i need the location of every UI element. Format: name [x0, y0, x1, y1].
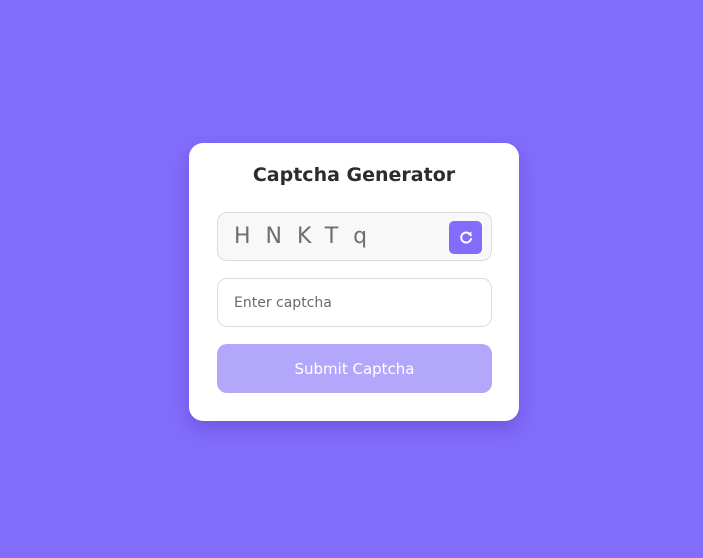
captcha-input[interactable]	[217, 278, 492, 327]
refresh-captcha-button[interactable]	[449, 221, 482, 254]
submit-captcha-button[interactable]: Submit Captcha	[217, 344, 492, 393]
refresh-icon	[458, 230, 474, 246]
card-title: Captcha Generator	[252, 164, 456, 186]
captcha-text: HNKTq	[234, 224, 383, 249]
captcha-card: Captcha Generator HNKTq Submit Captcha	[189, 143, 519, 421]
captcha-display: HNKTq	[217, 212, 492, 261]
